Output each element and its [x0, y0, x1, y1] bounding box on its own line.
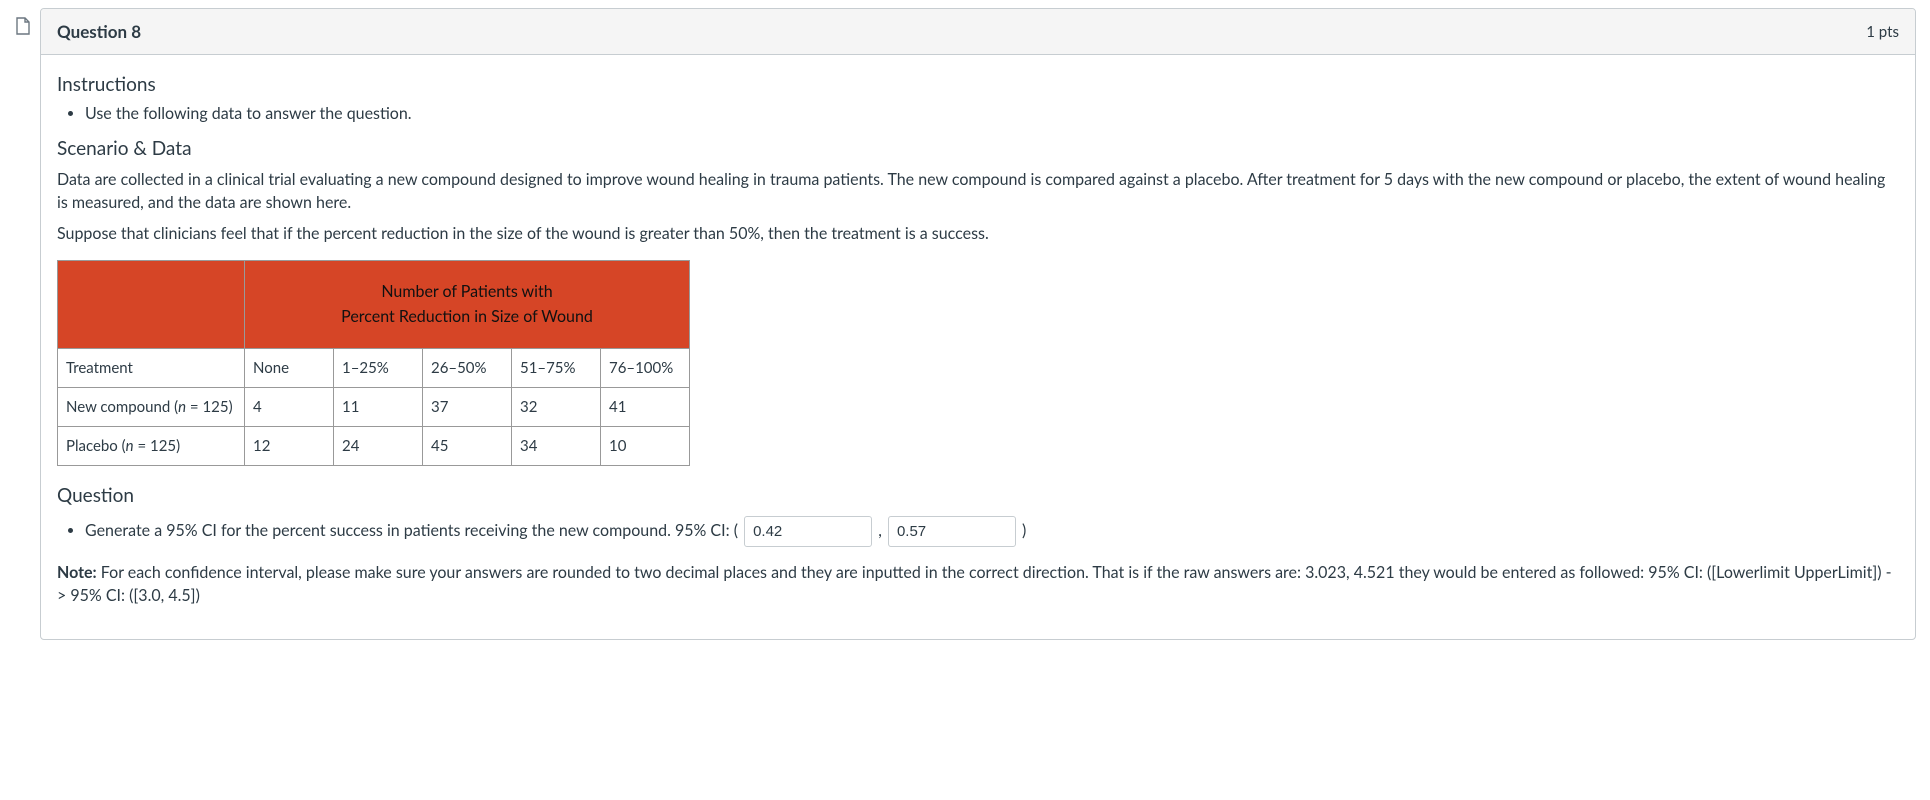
comma-sep: , — [878, 521, 882, 540]
ci-lower-input[interactable] — [744, 516, 872, 547]
note-label: Note: — [57, 563, 97, 582]
note-text: Note: For each confidence interval, plea… — [57, 561, 1899, 607]
page-icon — [14, 16, 32, 40]
table-header-row: Treatment None 1–25% 26–50% 51–75% 76–10… — [58, 348, 690, 387]
question-heading: Question — [57, 484, 1899, 507]
cell-value: 34 — [512, 426, 601, 465]
row-label-placebo: Placebo (n = 125) — [58, 426, 245, 465]
table-span-header: Number of Patients with Percent Reductio… — [245, 260, 690, 348]
cell-value: 45 — [423, 426, 512, 465]
question-header: Question 8 1 pts — [41, 9, 1915, 55]
question-body: Instructions Use the following data to a… — [41, 55, 1915, 639]
question-title: Question 8 — [57, 21, 141, 42]
prompt-text: Generate a 95% CI for the percent succes… — [85, 521, 738, 540]
close-paren: ) — [1022, 521, 1026, 540]
cell-value: 11 — [334, 387, 423, 426]
instructions-heading: Instructions — [57, 73, 1899, 96]
instructions-item: Use the following data to answer the que… — [85, 104, 1899, 123]
ci-upper-input[interactable] — [888, 516, 1016, 547]
span-header-line1: Number of Patients with — [255, 279, 679, 305]
cell-value: 4 — [245, 387, 334, 426]
col-header-1-25: 1–25% — [334, 348, 423, 387]
cell-value: 32 — [512, 387, 601, 426]
scenario-text-1: Data are collected in a clinical trial e… — [57, 168, 1899, 214]
col-header-76-100: 76–100% — [601, 348, 690, 387]
col-header-treatment: Treatment — [58, 348, 245, 387]
cell-value: 10 — [601, 426, 690, 465]
col-header-26-50: 26–50% — [423, 348, 512, 387]
row-label-new-compound: New compound (n = 125) — [58, 387, 245, 426]
question-points: 1 pts — [1866, 23, 1899, 41]
question-card: Question 8 1 pts Instructions Use the fo… — [40, 8, 1916, 640]
data-table: Number of Patients with Percent Reductio… — [57, 260, 690, 466]
cell-value: 37 — [423, 387, 512, 426]
table-corner — [58, 260, 245, 348]
question-prompt: Generate a 95% CI for the percent succes… — [85, 515, 1899, 547]
scenario-text-2: Suppose that clinicians feel that if the… — [57, 222, 1899, 245]
cell-value: 24 — [334, 426, 423, 465]
table-row: New compound (n = 125) 4 11 37 32 41 — [58, 387, 690, 426]
cell-value: 12 — [245, 426, 334, 465]
cell-value: 41 — [601, 387, 690, 426]
col-header-51-75: 51–75% — [512, 348, 601, 387]
scenario-heading: Scenario & Data — [57, 137, 1899, 160]
table-row: Placebo (n = 125) 12 24 45 34 10 — [58, 426, 690, 465]
span-header-line2: Percent Reduction in Size of Wound — [255, 304, 679, 330]
col-header-none: None — [245, 348, 334, 387]
